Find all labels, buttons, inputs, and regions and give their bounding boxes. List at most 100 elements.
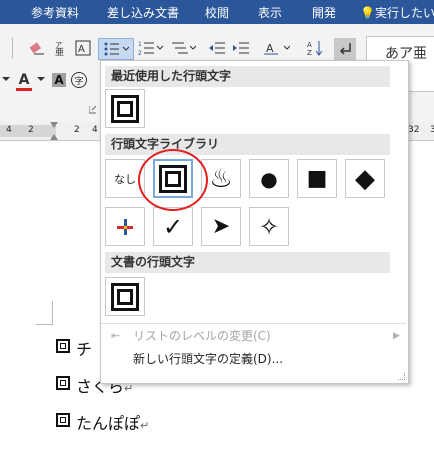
submenu-arrow-icon: ▶ <box>393 331 400 341</box>
list-item-label: たんぽぽ <box>76 414 141 433</box>
bullet-square-filled-option[interactable]: ■ <box>297 159 337 198</box>
chevron-down-icon <box>37 77 45 81</box>
font-color-icon: A <box>18 71 30 88</box>
eraser-icon <box>29 42 44 55</box>
svg-text:Z: Z <box>307 49 312 57</box>
enter-arrow-icon <box>339 43 351 55</box>
character-spacing-button[interactable]: A <box>262 38 292 58</box>
enclose-characters-button[interactable]: A <box>72 38 94 58</box>
font-color-bar <box>16 87 32 91</box>
phonetic-guide-button[interactable]: ア亜 <box>50 38 72 58</box>
sort-icon: AZ <box>307 41 323 57</box>
four-point-star-icon: ✧ <box>258 212 280 241</box>
font-dialog-launcher[interactable] <box>88 104 98 116</box>
bullet-diamond-option[interactable]: ◆ <box>345 159 385 198</box>
character-spacing-icon: A <box>264 42 290 55</box>
list-bullet-icon <box>56 413 70 427</box>
first-line-indent-marker[interactable] <box>50 122 58 128</box>
tab-view[interactable]: 表示 <box>258 4 282 21</box>
list-item-text[interactable]: たんぽぽ↵ <box>76 410 149 434</box>
bullet-color-cross-option[interactable] <box>105 207 145 246</box>
ruler-number: 2 <box>28 125 34 135</box>
numbering-button[interactable]: 12 <box>136 38 166 58</box>
ruler-number: 34 <box>430 125 434 135</box>
svg-text:亜: 亜 <box>55 47 64 56</box>
bullets-button[interactable] <box>98 38 134 60</box>
arrowhead-icon: ➤ <box>211 214 231 239</box>
ruler-number: 32 <box>408 125 420 135</box>
black-square-icon: ■ <box>306 166 328 191</box>
highlight-circle <box>138 149 208 211</box>
tell-me-label: 実行したい <box>374 6 434 20</box>
bullet-arrow-option[interactable]: ➤ <box>201 207 241 246</box>
four-color-cross-icon <box>117 218 133 235</box>
show-formatting-marks-button[interactable] <box>334 38 356 60</box>
tab-mailings[interactable]: 差し込み文書 <box>107 4 179 21</box>
list-bullet-icon <box>56 339 70 353</box>
change-list-level-item[interactable]: ⇤ リストのレベルの変更(C) ▶ <box>101 325 406 347</box>
double-square-bullet-icon <box>111 282 139 311</box>
black-diamond-icon: ◆ <box>355 163 375 194</box>
bullet-library-header: 行頭文字ライブラリ <box>105 134 390 155</box>
bullet-circle-option[interactable]: ● <box>249 159 289 198</box>
decrease-indent-icon <box>209 42 225 54</box>
tab-references[interactable]: 参考資料 <box>31 4 79 21</box>
bullet-list-icon <box>104 42 129 56</box>
tell-me-box[interactable]: 💡実行したい <box>360 4 434 21</box>
border-text-icon: A <box>75 40 91 56</box>
svg-text:A: A <box>266 42 274 55</box>
list-level-icon: ⇤ <box>111 329 121 342</box>
tab-review[interactable]: 校閲 <box>205 4 229 21</box>
ruler-number: 4 <box>6 125 12 135</box>
increase-indent-icon <box>233 42 249 54</box>
document-bullet-square[interactable] <box>105 277 145 316</box>
margin-corner-mark <box>36 324 52 325</box>
lightbulb-icon: 💡 <box>360 6 375 20</box>
dialog-launcher-icon <box>89 106 97 114</box>
define-new-bullet-label: 新しい行頭文字の定義(D)... <box>133 352 284 366</box>
character-shading-button[interactable]: A <box>50 70 68 90</box>
black-circle-icon: ● <box>260 166 278 191</box>
svg-text:A: A <box>78 44 85 55</box>
multilevel-list-button[interactable] <box>168 38 198 58</box>
font-size-dropdown-arrow[interactable] <box>0 70 12 90</box>
chevron-down-icon <box>2 77 10 81</box>
ruler-number: 2 <box>74 125 80 135</box>
svg-text:2: 2 <box>138 50 142 56</box>
multilevel-list-icon <box>172 42 196 54</box>
ribbon-separator <box>0 38 13 58</box>
bullet-star-option[interactable]: ✧ <box>249 207 289 246</box>
ruler-number: 4 <box>92 125 98 135</box>
define-new-bullet-item[interactable]: 新しい行頭文字の定義(D)... <box>101 348 406 370</box>
font-color-dropdown-arrow[interactable] <box>36 70 46 90</box>
checkmark-icon: ✓ <box>162 212 184 241</box>
menu-divider <box>101 323 406 324</box>
list-bullet-icon <box>56 376 70 390</box>
double-square-bullet-icon <box>111 94 139 123</box>
recent-bullet-square[interactable] <box>105 89 145 128</box>
decrease-indent-button[interactable] <box>206 38 228 58</box>
phonetic-guide-icon: ア亜 <box>55 41 64 56</box>
sort-button[interactable]: AZ <box>304 38 326 58</box>
paragraph-mark: ↵ <box>140 419 150 432</box>
character-shading-icon: A <box>52 73 66 87</box>
increase-indent-button[interactable] <box>230 38 252 58</box>
ribbon-tab-bar: 参考資料 差し込み文書 校閲 表示 開発 💡実行したい <box>0 0 434 24</box>
numbered-list-icon: 12 <box>138 41 164 56</box>
enclosed-character-icon: 字 <box>71 72 87 88</box>
font-color-button[interactable]: A <box>12 68 36 94</box>
bullet-library-menu: 最近使用した行頭文字 行頭文字ライブラリ なし ♨ ● ■ ◆ ✓ ➤ ✧ 文書… <box>100 60 409 384</box>
clear-formatting-button[interactable] <box>26 38 48 58</box>
tab-developer[interactable]: 開発 <box>312 4 336 21</box>
list-item-text[interactable]: チ <box>76 336 92 360</box>
hot-spring-icon: ♨ <box>209 163 233 194</box>
bullet-none-label: なし <box>114 172 136 186</box>
bullet-check-option[interactable]: ✓ <box>153 207 193 246</box>
change-list-level-label: リストのレベルの変更(C) <box>133 329 271 343</box>
document-bullets-header: 文書の行頭文字 <box>105 252 390 273</box>
hanging-indent-marker[interactable] <box>50 134 58 140</box>
margin-corner-mark <box>52 301 53 325</box>
svg-text:A: A <box>307 41 312 49</box>
menu-resize-grip-icon[interactable] <box>398 373 405 380</box>
enclose-character-button[interactable]: 字 <box>70 70 88 90</box>
